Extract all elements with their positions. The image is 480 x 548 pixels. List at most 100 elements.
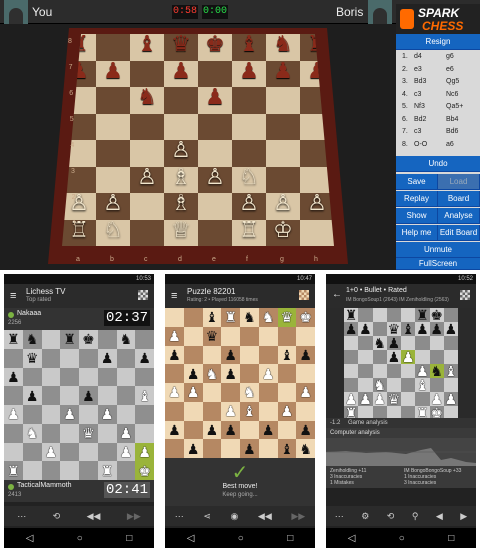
square-d7[interactable] [221, 326, 240, 346]
square-d1[interactable]: ♕ [164, 217, 198, 246]
home-icon[interactable]: ○ [238, 533, 244, 544]
black-pawn-icon[interactable]: ♟ [266, 57, 300, 85]
white-pawn-icon[interactable]: ♟ [45, 445, 58, 459]
square-b4[interactable] [96, 140, 130, 167]
square-d8[interactable]: ♜ [60, 330, 79, 349]
flip-icon[interactable]: ⟲ [53, 511, 61, 522]
black-pawn-icon[interactable]: ♟ [168, 423, 181, 437]
square-e2[interactable] [240, 420, 259, 440]
white-king-icon[interactable]: ♚ [138, 464, 151, 478]
show-coach-button[interactable]: Show Coach [396, 208, 438, 236]
square-g5[interactable] [266, 113, 300, 140]
square-g6[interactable] [116, 367, 136, 387]
resign-button[interactable]: Resign [396, 34, 480, 50]
square-c7[interactable]: ♛ [202, 326, 222, 346]
square-c2[interactable]: ♟ [202, 420, 222, 440]
black-queen-icon[interactable]: ♛ [206, 329, 219, 343]
square-e4[interactable] [401, 364, 416, 378]
square-a2[interactable]: ♟ [165, 420, 184, 440]
square-c2[interactable] [130, 193, 164, 220]
square-h4[interactable]: ♝ [443, 364, 458, 378]
white-pawn-icon[interactable]: ♟ [7, 407, 20, 421]
white-pawn-icon[interactable]: ♟ [430, 392, 443, 406]
white-rook-icon[interactable]: ♖ [232, 216, 266, 244]
square-h3[interactable] [443, 378, 458, 392]
square-e3[interactable]: ♛ [79, 423, 98, 443]
square-h7[interactable]: ♟ [135, 348, 154, 368]
square-h1[interactable]: ♚ [135, 461, 154, 480]
square-e3[interactable]: ♝ [240, 401, 259, 421]
move-row[interactable]: 8. O-O a6 [402, 141, 478, 148]
back-icon[interactable]: ◁ [187, 533, 195, 544]
white-pawn-icon[interactable]: ♟ [120, 445, 133, 459]
square-e8[interactable]: ♞ [240, 308, 259, 327]
white-pawn-icon[interactable]: ♟ [168, 385, 181, 399]
square-a8[interactable]: ♜ [4, 330, 23, 349]
square-g5[interactable] [429, 350, 444, 364]
prev-move-icon[interactable]: ◀◀ [87, 511, 101, 522]
square-a6[interactable]: ♟ [165, 345, 184, 365]
square-a5[interactable] [165, 364, 184, 383]
square-g4[interactable]: ♞ [429, 364, 444, 378]
square-d2[interactable]: ♟ [221, 420, 240, 440]
black-pawn-icon[interactable]: ♟ [198, 83, 232, 111]
black-pawn-icon[interactable]: ♟ [345, 322, 358, 336]
square-f3[interactable]: ♝ [415, 378, 430, 392]
white-pawn-icon[interactable]: ♙ [266, 189, 300, 217]
white-rook-icon[interactable]: ♖ [62, 216, 96, 244]
square-g1[interactable]: ♔ [266, 217, 300, 246]
square-d4[interactable] [386, 364, 401, 378]
load-button[interactable]: Load [438, 174, 480, 190]
prev-move-icon[interactable]: ◀ [436, 511, 443, 522]
square-c6[interactable] [202, 345, 222, 365]
square-b8[interactable]: ♞ [22, 330, 42, 349]
square-a4[interactable]: ♟ [165, 383, 184, 402]
square-b8[interactable] [183, 308, 203, 327]
square-e1[interactable] [198, 219, 232, 246]
square-e2[interactable] [79, 442, 98, 462]
white-pawn-icon[interactable]: ♟ [416, 364, 429, 378]
square-b5[interactable]: ♟ [22, 386, 42, 405]
white-knight-icon[interactable]: ♘ [96, 216, 130, 244]
square-c3[interactable] [202, 401, 222, 421]
square-e7[interactable] [240, 326, 259, 346]
white-knight-icon[interactable]: ♞ [262, 310, 275, 324]
square-e5[interactable]: ♟ [401, 350, 416, 364]
menu-icon[interactable]: ≡ [171, 290, 177, 302]
prev-move-icon[interactable]: ◀◀ [258, 511, 272, 522]
black-king-icon[interactable]: ♚ [82, 332, 95, 346]
square-h3[interactable] [296, 401, 315, 421]
square-c1[interactable] [41, 461, 61, 480]
square-f1[interactable]: ♜ [97, 461, 117, 480]
square-f8[interactable]: ♞ [258, 308, 278, 327]
square-c4[interactable] [202, 383, 222, 402]
square-d4[interactable] [221, 383, 240, 402]
square-b2[interactable]: ♟ [358, 392, 373, 406]
white-pawn-icon[interactable]: ♟ [101, 407, 114, 421]
square-c5[interactable] [41, 386, 61, 405]
square-a5[interactable] [344, 350, 359, 364]
square-f4[interactable]: ♟ [97, 405, 117, 424]
white-king-icon[interactable]: ♚ [299, 310, 312, 324]
square-a3[interactable] [165, 401, 184, 421]
black-pawn-icon[interactable]: ♟ [359, 322, 372, 336]
square-e1[interactable] [79, 461, 98, 480]
next-move-icon[interactable]: ▶▶ [291, 511, 305, 522]
eval-graph[interactable] [326, 438, 476, 466]
square-d3[interactable] [386, 378, 401, 392]
square-a1[interactable] [165, 439, 184, 458]
recent-apps-icon[interactable]: □ [126, 533, 132, 544]
square-f7[interactable]: ♟ [232, 58, 266, 87]
square-d7[interactable]: ♛ [386, 322, 401, 336]
square-f3[interactable] [258, 401, 278, 421]
fullscreen-button[interactable]: FullScreen [396, 258, 480, 270]
white-pawn-icon[interactable]: ♟ [168, 329, 181, 343]
black-knight-icon[interactable]: ♞ [430, 364, 443, 378]
square-e6[interactable] [240, 345, 259, 365]
square-c2[interactable]: ♟ [372, 392, 387, 406]
black-bishop-icon[interactable]: ♝ [281, 442, 294, 456]
square-c4[interactable] [41, 405, 61, 424]
square-b1[interactable]: ♘ [96, 217, 130, 246]
square-e8[interactable] [401, 308, 416, 322]
square-c8[interactable]: ♝ [130, 34, 164, 61]
